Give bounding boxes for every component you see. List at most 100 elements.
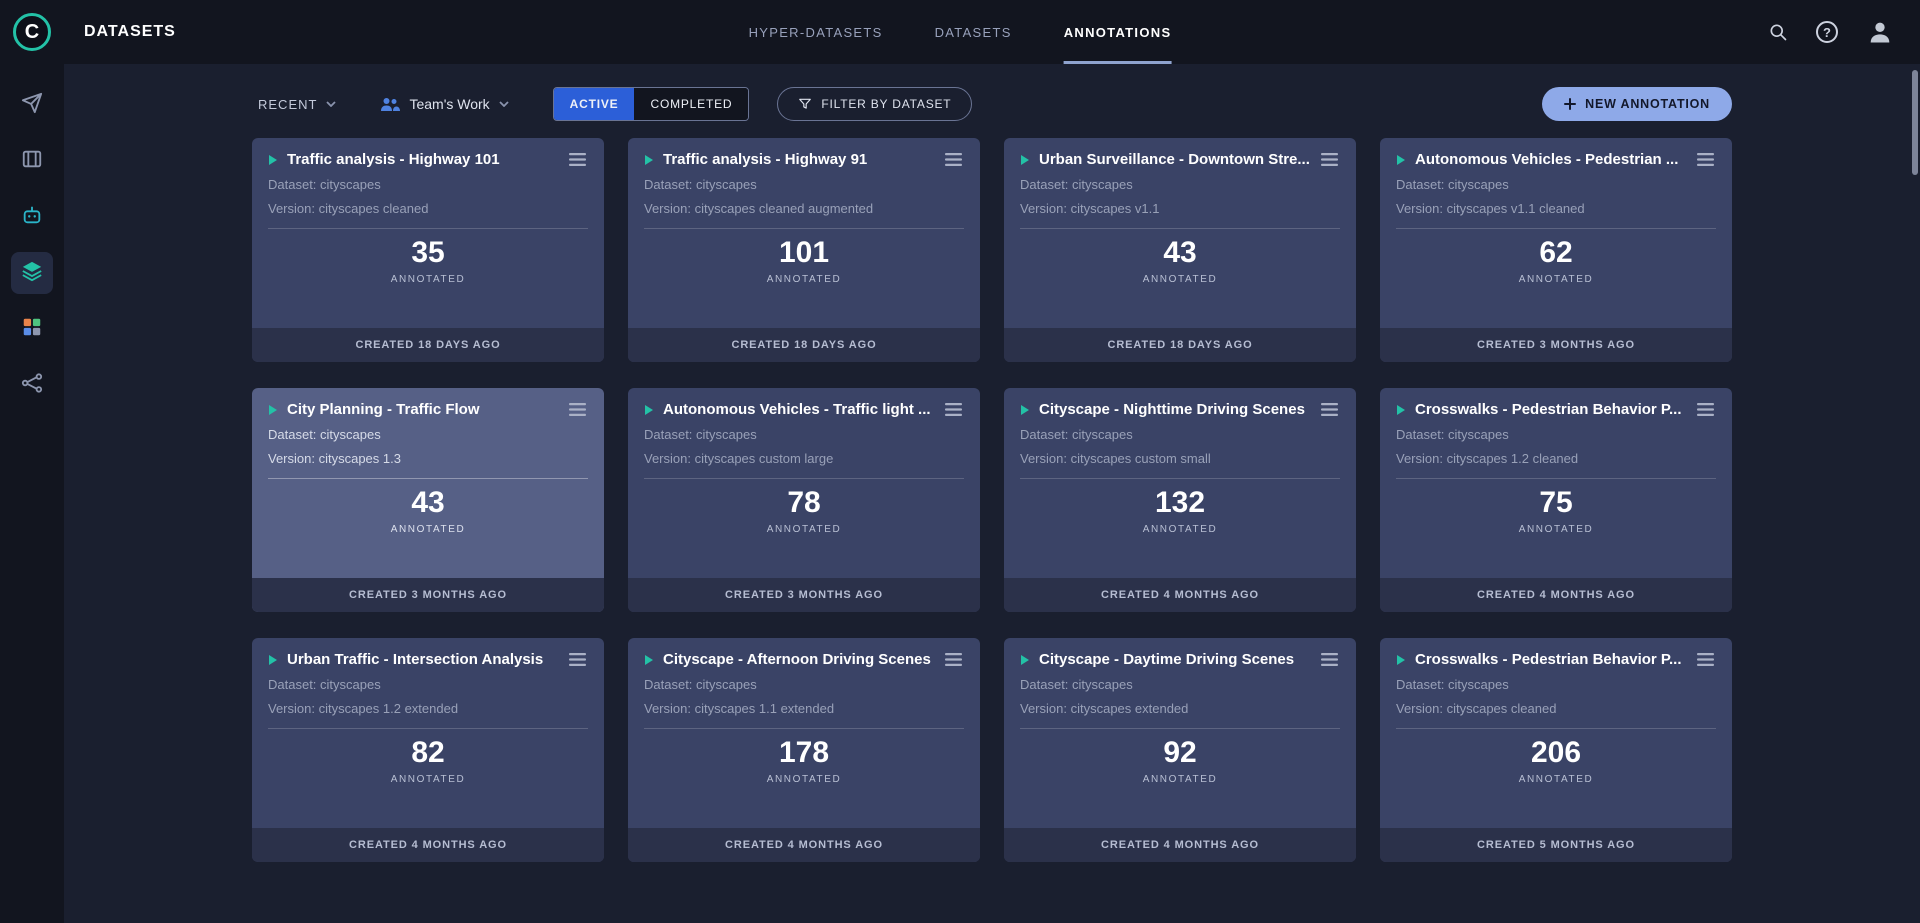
- tab-hyper-datasets[interactable]: HYPER-DATASETS: [749, 0, 883, 64]
- annotated-count: 35: [268, 236, 588, 270]
- sidebar-item-apps[interactable]: [11, 196, 53, 238]
- card-created-footer: CREATED 18 DAYS AGO: [628, 328, 980, 362]
- card-version: Version: cityscapes custom small: [1020, 451, 1340, 466]
- annotated-count: 101: [644, 236, 964, 270]
- annotation-card-body: Traffic analysis - Highway 101 Dataset: …: [252, 138, 604, 328]
- annotation-card[interactable]: Autonomous Vehicles - Pedestrian ... Dat…: [1380, 138, 1732, 362]
- vertical-scrollbar[interactable]: [1912, 70, 1918, 175]
- play-icon: [268, 654, 278, 666]
- card-menu-icon[interactable]: [1695, 151, 1716, 168]
- card-dataset: Dataset: cityscapes: [1396, 427, 1716, 442]
- annotation-card-body: Autonomous Vehicles - Pedestrian ... Dat…: [1380, 138, 1732, 328]
- new-annotation-button[interactable]: NEW ANNOTATION: [1542, 87, 1732, 121]
- card-menu-icon[interactable]: [1319, 401, 1340, 418]
- card-dataset: Dataset: cityscapes: [1020, 177, 1340, 192]
- card-menu-icon[interactable]: [1695, 401, 1716, 418]
- annotated-count: 78: [644, 486, 964, 520]
- card-menu-icon[interactable]: [1319, 151, 1340, 168]
- pipelines-icon: [21, 372, 43, 399]
- chevron-down-icon: [499, 101, 509, 107]
- sidebar-item-datasets[interactable]: [11, 252, 53, 294]
- annotation-card[interactable]: Autonomous Vehicles - Traffic light ... …: [628, 388, 980, 612]
- toggle-active-button[interactable]: ACTIVE: [554, 88, 635, 120]
- annotation-card[interactable]: Crosswalks - Pedestrian Behavior P... Da…: [1380, 638, 1732, 862]
- annotated-label: ANNOTATED: [1020, 274, 1340, 285]
- annotated-count: 62: [1396, 236, 1716, 270]
- sidebar-item-reports[interactable]: [11, 308, 53, 350]
- annotation-card[interactable]: Crosswalks - Pedestrian Behavior P... Da…: [1380, 388, 1732, 612]
- card-divider: [1396, 228, 1716, 229]
- annotated-count: 92: [1020, 736, 1340, 770]
- annotation-card[interactable]: Cityscape - Daytime Driving Scenes Datas…: [1004, 638, 1356, 862]
- sidebar-item-pipelines[interactable]: [11, 364, 53, 406]
- filter-by-dataset-label: FILTER BY DATASET: [821, 97, 951, 111]
- play-icon: [268, 404, 278, 416]
- annotation-card-grid: Traffic analysis - Highway 101 Dataset: …: [252, 138, 1732, 862]
- card-dataset: Dataset: cityscapes: [1020, 427, 1340, 442]
- annotated-label: ANNOTATED: [268, 774, 588, 785]
- search-icon[interactable]: [1768, 22, 1788, 42]
- header-actions: ?: [1768, 18, 1920, 46]
- sidebar-item-dashboard[interactable]: [11, 84, 53, 126]
- annotation-card-body: Crosswalks - Pedestrian Behavior P... Da…: [1380, 388, 1732, 578]
- card-divider: [1020, 728, 1340, 729]
- play-icon: [1020, 654, 1030, 666]
- card-menu-icon[interactable]: [1695, 651, 1716, 668]
- filter-by-dataset-button[interactable]: FILTER BY DATASET: [777, 87, 972, 121]
- annotation-title: Crosswalks - Pedestrian Behavior P...: [1415, 651, 1686, 668]
- chevron-down-icon: [326, 101, 336, 107]
- annotated-label: ANNOTATED: [268, 274, 588, 285]
- play-icon: [1396, 154, 1406, 166]
- annotated-count: 43: [1020, 236, 1340, 270]
- play-icon: [1020, 154, 1030, 166]
- left-sidebar: [0, 64, 64, 923]
- annotated-label: ANNOTATED: [268, 524, 588, 535]
- card-menu-icon[interactable]: [567, 151, 588, 168]
- card-menu-icon[interactable]: [943, 651, 964, 668]
- annotation-card[interactable]: Urban Traffic - Intersection Analysis Da…: [252, 638, 604, 862]
- annotated-label: ANNOTATED: [1396, 524, 1716, 535]
- card-menu-icon[interactable]: [943, 151, 964, 168]
- card-menu-icon[interactable]: [943, 401, 964, 418]
- status-toggle: ACTIVE COMPLETED: [553, 87, 750, 121]
- card-version: Version: cityscapes cleaned augmented: [644, 201, 964, 216]
- card-menu-icon[interactable]: [1319, 651, 1340, 668]
- logo-wrap: C: [0, 13, 64, 51]
- card-version: Version: cityscapes cleaned: [1396, 701, 1716, 716]
- card-created-footer: CREATED 3 MONTHS AGO: [1380, 328, 1732, 362]
- annotation-card[interactable]: City Planning - Traffic Flow Dataset: ci…: [252, 388, 604, 612]
- tab-datasets[interactable]: DATASETS: [935, 0, 1012, 64]
- annotated-label: ANNOTATED: [644, 524, 964, 535]
- toolbar: RECENT Team's Work ACTIVE: [252, 84, 1732, 124]
- card-created-footer: CREATED 4 MONTHS AGO: [628, 828, 980, 862]
- annotation-title: Autonomous Vehicles - Traffic light ...: [663, 401, 934, 418]
- plus-icon: [1564, 98, 1576, 110]
- sidebar-item-projects[interactable]: [11, 140, 53, 182]
- help-icon[interactable]: ?: [1816, 21, 1838, 43]
- tab-annotations[interactable]: ANNOTATIONS: [1064, 0, 1172, 64]
- scope-dropdown[interactable]: Team's Work: [380, 96, 508, 112]
- annotated-label: ANNOTATED: [644, 774, 964, 785]
- play-icon: [268, 154, 278, 166]
- sort-dropdown[interactable]: RECENT: [258, 97, 336, 112]
- card-version: Version: cityscapes 1.1 extended: [644, 701, 964, 716]
- card-created-footer: CREATED 4 MONTHS AGO: [1004, 578, 1356, 612]
- user-avatar-icon[interactable]: [1866, 18, 1894, 46]
- card-dataset: Dataset: cityscapes: [1396, 177, 1716, 192]
- play-icon: [1396, 404, 1406, 416]
- annotation-title: Urban Surveillance - Downtown Stre...: [1039, 151, 1310, 168]
- card-dataset: Dataset: cityscapes: [644, 427, 964, 442]
- annotation-card[interactable]: Traffic analysis - Highway 101 Dataset: …: [252, 138, 604, 362]
- card-created-footer: CREATED 18 DAYS AGO: [1004, 328, 1356, 362]
- annotation-card[interactable]: Cityscape - Afternoon Driving Scenes Dat…: [628, 638, 980, 862]
- annotation-title: City Planning - Traffic Flow: [287, 401, 558, 418]
- toggle-completed-button[interactable]: COMPLETED: [634, 88, 748, 120]
- card-menu-icon[interactable]: [567, 651, 588, 668]
- annotation-card[interactable]: Urban Surveillance - Downtown Stre... Da…: [1004, 138, 1356, 362]
- annotation-card-body: Cityscape - Afternoon Driving Scenes Dat…: [628, 638, 980, 828]
- card-menu-icon[interactable]: [567, 401, 588, 418]
- annotation-card[interactable]: Traffic analysis - Highway 91 Dataset: c…: [628, 138, 980, 362]
- annotation-card[interactable]: Cityscape - Nighttime Driving Scenes Dat…: [1004, 388, 1356, 612]
- annotation-card-body: Crosswalks - Pedestrian Behavior P... Da…: [1380, 638, 1732, 828]
- clearml-logo-icon[interactable]: C: [13, 13, 51, 51]
